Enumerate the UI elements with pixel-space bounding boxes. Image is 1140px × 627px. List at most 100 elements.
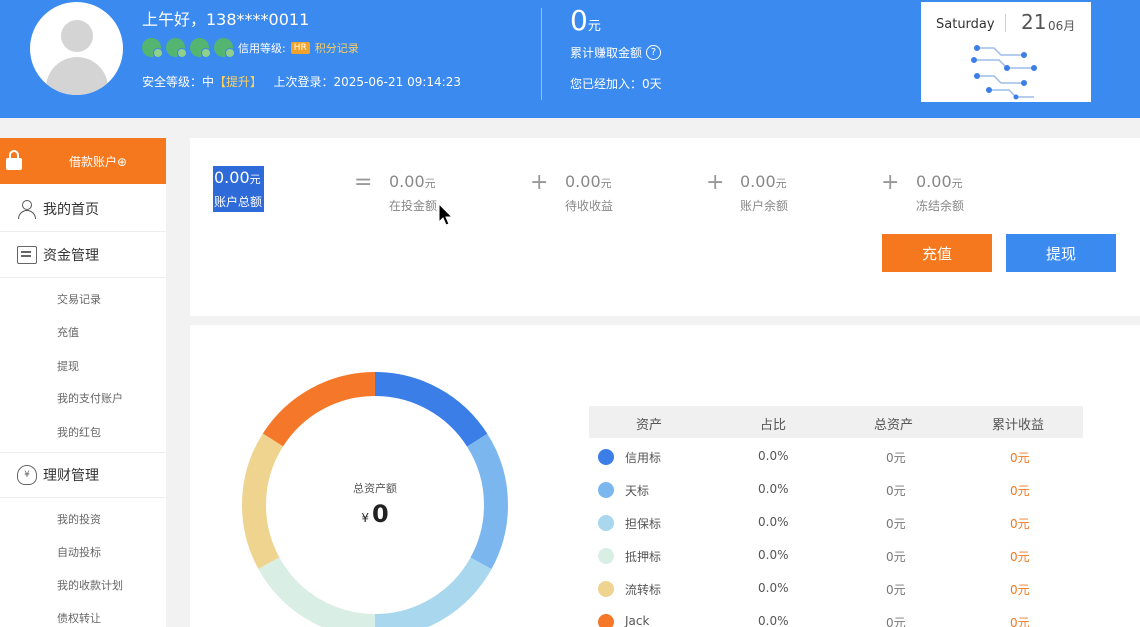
- asset-total: 0元: [886, 550, 906, 564]
- avatar[interactable]: [30, 2, 123, 95]
- sidebar-section-label: 理财管理: [43, 468, 99, 484]
- phone-verified-icon[interactable]: [190, 38, 211, 58]
- avatar-head: [61, 20, 93, 52]
- asset-table-header: 资产 占比 总资产 累计收益: [589, 406, 1083, 438]
- account-balance-stat: 0.00元 账户余额: [740, 172, 788, 214]
- security-info: 安全等级：中【提升】 上次登录：2025-06-21 09:14:23: [142, 73, 461, 90]
- total-balance-label: 账户总额: [214, 195, 263, 209]
- asset-total: 0元: [886, 583, 906, 597]
- table-row: Jack 0.0% 0元 0元: [589, 605, 1083, 627]
- mouse-cursor-icon: [438, 203, 454, 226]
- security-upgrade-link[interactable]: 【提升】: [214, 75, 262, 89]
- money-bag-icon: ¥: [17, 465, 37, 485]
- asset-name: 流转标: [625, 583, 662, 597]
- sidebar-item-red-packet[interactable]: 我的红包: [57, 424, 101, 440]
- investing-amount-stat: 0.00元 在投金额: [389, 172, 437, 214]
- table-row: 流转标 0.0% 0元 0元: [589, 572, 1083, 605]
- table-row: 信用标 0.0% 0元 0元: [589, 440, 1083, 473]
- table-row: 抵押标 0.0% 0元 0元: [589, 539, 1083, 572]
- table-row: 担保标 0.0% 0元 0元: [589, 506, 1083, 539]
- points-record-link[interactable]: 积分记录: [315, 40, 359, 56]
- pending-earnings-stat: 0.00元 待收收益: [565, 172, 613, 214]
- month: 06月: [1048, 19, 1076, 33]
- total-balance-amount: 0.00元: [214, 168, 261, 187]
- legend-dot: [598, 548, 614, 564]
- sidebar-item-auto-bid[interactable]: 自动投标: [57, 544, 101, 560]
- asset-name: Jack: [625, 614, 650, 627]
- sidebar-item-my-investments[interactable]: 我的投资: [57, 511, 101, 527]
- frozen-balance-stat: 0.00元 冻结余额: [916, 172, 964, 214]
- sidebar-item-home[interactable]: 我的首页: [0, 186, 166, 232]
- asset-name: 抵押标: [625, 550, 662, 564]
- asset-ratio: 0.0%: [758, 581, 789, 595]
- legend-dot: [598, 482, 614, 498]
- asset-ratio: 0.0%: [758, 548, 789, 562]
- total-earned-value: 0: [570, 4, 588, 37]
- sidebar-item-recharge[interactable]: 充值: [57, 324, 79, 340]
- user-icon: [17, 199, 37, 219]
- total-earned-label-row: 累计赚取金额 ?: [570, 44, 662, 61]
- date-card: Saturday 21 06月: [921, 2, 1091, 102]
- investing-label: 在投金额: [389, 199, 438, 213]
- asset-name: 担保标: [625, 517, 662, 531]
- weekday: Saturday: [936, 17, 995, 32]
- sidebar-section-wealth-management[interactable]: ¥ 理财管理: [0, 452, 166, 498]
- sidebar-item-payment-account[interactable]: 我的支付账户: [57, 390, 123, 406]
- asset-earnings: 0元: [1010, 583, 1030, 597]
- column-asset: 资产: [636, 418, 663, 433]
- asset-total: 0元: [886, 484, 906, 498]
- legend-dot: [598, 449, 614, 465]
- asset-ratio: 0.0%: [758, 449, 789, 463]
- recharge-button[interactable]: 充值: [882, 234, 992, 272]
- withdraw-button[interactable]: 提现: [1006, 234, 1116, 272]
- asset-total: 0元: [886, 517, 906, 531]
- last-login-time: 2025-06-21 09:14:23: [333, 75, 461, 89]
- credit-grade-badge: HR: [290, 41, 310, 54]
- asset-earnings: 0元: [1010, 550, 1030, 564]
- sidebar-section-label: 资金管理: [43, 247, 99, 264]
- sidebar: 借款账户⊕ 我的首页 资金管理 交易记录 充值 提现 我的支付账户 我的红包 ¥…: [0, 138, 166, 627]
- plus-sign: +: [881, 170, 900, 195]
- security-label: 安全等级：: [142, 75, 203, 89]
- loan-account-button[interactable]: 借款账户⊕: [0, 138, 166, 184]
- pending-earnings-amount: 0.00元: [565, 172, 612, 191]
- column-total-assets: 总资产: [874, 418, 914, 433]
- date-divider: [1005, 14, 1006, 32]
- total-earned-unit: 元: [587, 19, 601, 34]
- account-balance-label: 账户余额: [740, 199, 789, 213]
- greeting-text: 上午好，138****0011: [142, 10, 310, 29]
- column-ratio: 占比: [760, 418, 787, 433]
- total-earned-label: 累计赚取金额: [570, 46, 643, 60]
- help-icon[interactable]: ?: [646, 45, 662, 60]
- sidebar-item-label: 我的首页: [43, 201, 99, 218]
- asset-donut-chart: [242, 372, 508, 627]
- plus-sign: +: [706, 170, 725, 195]
- password-verified-icon[interactable]: [214, 38, 235, 58]
- sidebar-item-debt-transfer[interactable]: 债权转让: [57, 610, 101, 626]
- email-verified-icon[interactable]: [166, 38, 187, 58]
- sidebar-section-fund-management[interactable]: 资金管理: [0, 232, 166, 278]
- total-earned-amount: 0元: [570, 4, 601, 37]
- total-assets-label: 总资产额: [353, 482, 397, 495]
- asset-earnings: 0元: [1010, 616, 1030, 627]
- asset-ratio: 0.0%: [758, 482, 789, 496]
- security-level: 中: [202, 75, 215, 89]
- asset-total: 0元: [886, 616, 906, 627]
- last-login-label: 上次登录：: [273, 75, 334, 89]
- legend-dot: [598, 581, 614, 597]
- table-row: 天标 0.0% 0元 0元: [589, 473, 1083, 506]
- sidebar-item-transactions[interactable]: 交易记录: [57, 291, 101, 307]
- sidebar-item-collection-plan[interactable]: 我的收款计划: [57, 577, 123, 593]
- asset-total: 0元: [886, 451, 906, 465]
- sidebar-item-withdraw[interactable]: 提现: [57, 358, 79, 374]
- header-divider: [541, 8, 542, 100]
- user-header: 上午好，138****0011 信用等级: HR 积分记录 安全等级：中【提升】…: [0, 0, 1140, 118]
- lock-icon: [6, 150, 22, 170]
- circuit-illustration-icon: [971, 45, 1037, 100]
- asset-name: 天标: [625, 484, 650, 498]
- identity-verified-icon[interactable]: [142, 38, 163, 58]
- day-number: 21: [1021, 10, 1047, 34]
- credit-label: 信用等级:: [238, 41, 286, 55]
- column-earnings: 累计收益: [992, 418, 1045, 433]
- frozen-balance-label: 冻结余额: [916, 199, 965, 213]
